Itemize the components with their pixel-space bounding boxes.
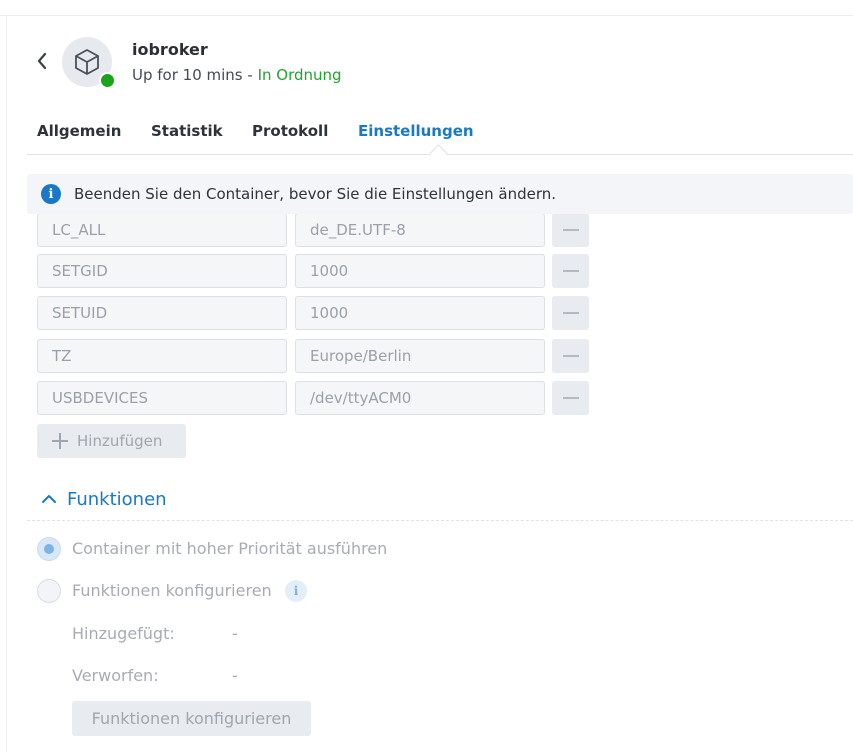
tab-allgemein[interactable]: Allgemein — [37, 122, 121, 140]
configure-functions-button[interactable]: Funktionen konfigurieren — [72, 701, 311, 736]
status-dot — [99, 72, 116, 89]
tab-statistik[interactable]: Statistik — [151, 122, 223, 140]
uptime-text: Up for 10 mins - — [132, 66, 258, 84]
top-border — [0, 15, 853, 16]
info-banner: i Beenden Sie den Container, bevor Sie d… — [27, 174, 853, 214]
tab-einstellungen[interactable]: Einstellungen — [358, 122, 474, 140]
info-icon: i — [41, 184, 61, 204]
added-value: - — [232, 624, 238, 643]
add-button-label: Hinzufügen — [77, 432, 163, 450]
env-value-field[interactable]: Europe/Berlin — [295, 339, 545, 373]
cube-icon — [75, 49, 99, 75]
env-row: TZ Europe/Berlin — [37, 339, 597, 373]
remove-row-button[interactable] — [552, 214, 589, 247]
remove-row-button[interactable] — [552, 296, 589, 330]
added-label: Hinzugefügt: — [72, 624, 175, 643]
configure-functions-label: Funktionen konfigurieren — [72, 581, 272, 600]
remove-row-button[interactable] — [552, 381, 589, 415]
environment-variable-list[interactable]: LC_ALL de_DE.UTF-8 SETGID 1000 SETUID 10… — [0, 214, 853, 424]
env-key-field[interactable]: USBDEVICES — [37, 381, 287, 415]
chevron-up-icon — [42, 495, 56, 503]
info-message: Beenden Sie den Container, bevor Sie die… — [74, 185, 557, 203]
container-name: iobroker — [132, 40, 208, 59]
health-status: In Ordnung — [257, 66, 342, 84]
env-row: USBDEVICES /dev/ttyACM0 — [37, 381, 597, 415]
env-key-field[interactable]: LC_ALL — [37, 214, 287, 247]
configure-functions-radio[interactable] — [37, 579, 61, 603]
env-key-field[interactable]: TZ — [37, 339, 287, 373]
env-row: SETGID 1000 — [37, 254, 597, 288]
info-icon[interactable]: i — [285, 580, 307, 602]
env-row: LC_ALL de_DE.UTF-8 — [37, 214, 597, 247]
high-priority-label: Container mit hoher Priorität ausführen — [72, 539, 388, 558]
functions-section-title: Funktionen — [67, 489, 167, 510]
active-tab-indicator — [429, 144, 448, 163]
plus-icon — [51, 432, 69, 450]
remove-row-button[interactable] — [552, 254, 589, 288]
chevron-left-icon — [37, 52, 47, 70]
back-button[interactable] — [30, 48, 54, 74]
remove-row-button[interactable] — [552, 339, 589, 373]
add-variable-button[interactable]: Hinzufügen — [37, 424, 186, 458]
high-priority-radio[interactable] — [37, 537, 61, 561]
env-key-field[interactable]: SETGID — [37, 254, 287, 288]
container-status-line: Up for 10 mins - In Ordnung — [132, 66, 342, 84]
discarded-label: Verworfen: — [72, 666, 159, 685]
tab-bar: Allgemein Statistik Protokoll Einstellun… — [27, 118, 853, 163]
env-value-field[interactable]: 1000 — [295, 296, 545, 330]
env-key-field[interactable]: SETUID — [37, 296, 287, 330]
tab-protokoll[interactable]: Protokoll — [252, 122, 328, 140]
env-value-field[interactable]: de_DE.UTF-8 — [295, 214, 545, 247]
section-divider — [27, 520, 853, 521]
env-row: SETUID 1000 — [37, 296, 597, 330]
discarded-value: - — [232, 666, 238, 685]
env-value-field[interactable]: 1000 — [295, 254, 545, 288]
env-value-field[interactable]: /dev/ttyACM0 — [295, 381, 545, 415]
